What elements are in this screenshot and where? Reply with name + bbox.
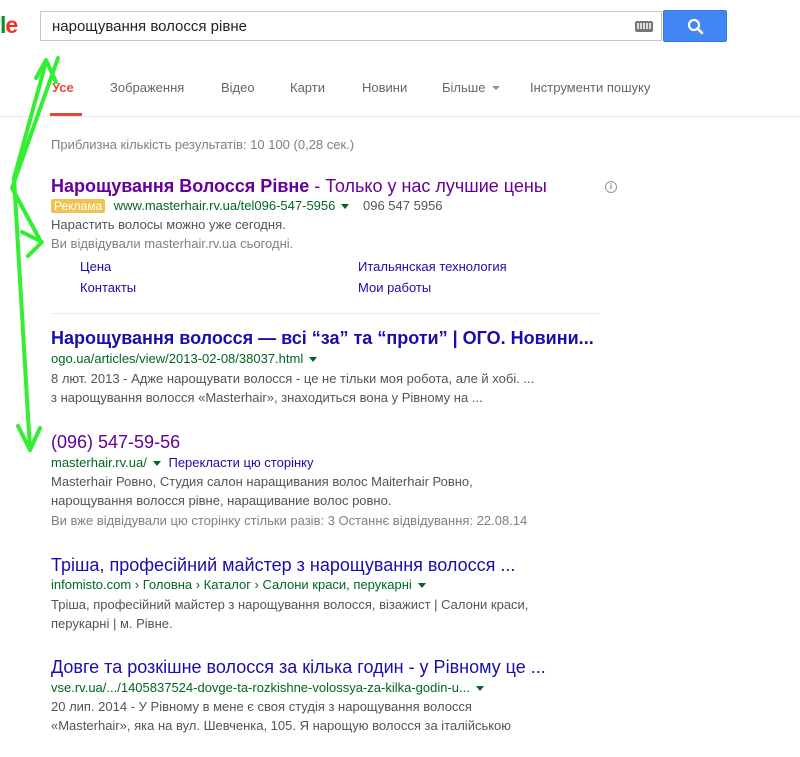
annotation-arrows <box>10 56 60 452</box>
